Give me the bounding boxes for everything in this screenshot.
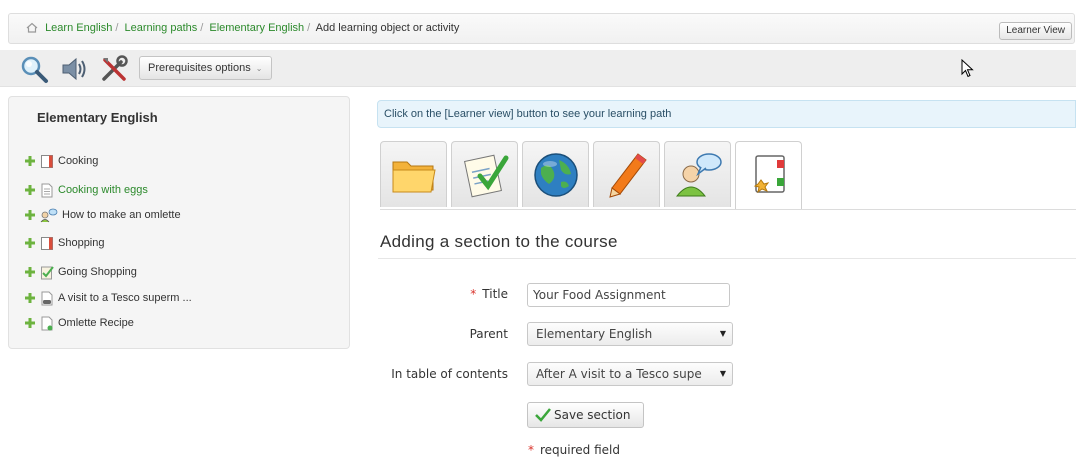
prerequisites-options-button[interactable]: Prerequisites options ⌄ — [139, 56, 272, 80]
title-label-text: Title — [482, 287, 508, 301]
sidebar-item-label: Going Shopping — [58, 266, 137, 278]
link-icon — [41, 291, 53, 305]
globe-icon — [534, 153, 578, 197]
sidebar-item-how-to-make-an-omlette[interactable]: How to make an omlette — [24, 206, 181, 224]
tab-forum[interactable] — [664, 141, 731, 207]
sidebar-item-omlette-recipe[interactable]: Omlette Recipe — [24, 314, 134, 332]
divider — [378, 258, 1076, 259]
plus-icon[interactable] — [24, 292, 36, 304]
pencil-icon — [609, 153, 647, 198]
required-note-text: required field — [540, 443, 620, 457]
sidebar-item-a-visit-to-a-tesco[interactable]: A visit to a Tesco superm ... — [24, 289, 192, 307]
sidebar-item-label: A visit to a Tesco superm ... — [58, 292, 192, 304]
checkmark-icon — [535, 408, 551, 422]
learner-view-button[interactable]: Learner View — [999, 22, 1072, 40]
page-icon — [41, 316, 53, 330]
required-star: * — [528, 443, 534, 457]
plus-icon[interactable] — [24, 317, 36, 329]
document-icon — [41, 183, 53, 197]
breadcrumb-separator: / — [307, 22, 311, 34]
folder-icon — [392, 161, 436, 193]
title-input[interactable] — [527, 283, 730, 307]
forum-icon — [40, 208, 58, 222]
toc-label: In table of contents — [391, 367, 508, 381]
title-label: * Title — [440, 287, 508, 301]
plus-icon[interactable] — [24, 184, 36, 196]
toc-select[interactable]: After A visit to a Tesco supe ▼ — [527, 362, 733, 386]
sidebar-item-cooking[interactable]: Cooking — [24, 152, 98, 170]
parent-select[interactable]: Elementary English ▼ — [527, 322, 733, 346]
user-chat-icon — [675, 153, 722, 197]
tools-icon[interactable] — [99, 54, 129, 84]
page-title: Adding a section to the course — [380, 232, 618, 251]
caret-down-icon: ⌄ — [255, 64, 263, 73]
dropdown-arrow-icon: ▼ — [719, 369, 726, 378]
chapter-icon — [41, 154, 53, 168]
sidebar-item-cooking-with-eggs[interactable]: Cooking with eggs — [24, 181, 148, 199]
learning-object-tabs — [380, 141, 1076, 210]
breadcrumb-link-elementary-english[interactable]: Elementary English — [209, 22, 304, 34]
sidebar-item-label: Omlette Recipe — [58, 317, 134, 329]
required-field-note: * required field — [528, 443, 620, 457]
breadcrumb-bar: Learn English / Learning paths / Elementar… — [8, 13, 1075, 44]
sidebar-item-going-shopping[interactable]: Going Shopping — [24, 263, 137, 281]
sidebar-item-label: Shopping — [58, 237, 105, 249]
info-message: Click on the [Learner view] button to se… — [377, 100, 1076, 128]
toc-select-value: After A visit to a Tesco supe — [536, 367, 702, 381]
plus-icon[interactable] — [24, 209, 36, 221]
quiz-icon — [41, 265, 54, 279]
plus-icon[interactable] — [24, 266, 36, 278]
sidebar-item-label: Cooking with eggs — [58, 184, 148, 196]
prerequisites-options-label: Prerequisites options — [148, 62, 251, 74]
breadcrumb-link-learning-paths[interactable]: Learning paths — [124, 22, 197, 34]
chapter-icon — [41, 236, 53, 250]
plus-icon[interactable] — [24, 237, 36, 249]
search-icon[interactable] — [19, 54, 49, 84]
sidebar-item-label: How to make an omlette — [62, 209, 181, 221]
breadcrumb: Learn English / Learning paths / Elementar… — [26, 22, 459, 34]
sidebar-title: Elementary English — [37, 110, 158, 125]
parent-select-value: Elementary English — [536, 327, 653, 341]
section-icon — [753, 155, 785, 194]
tab-section[interactable] — [735, 141, 802, 209]
plus-icon[interactable] — [24, 155, 36, 167]
save-section-button[interactable]: Save section — [527, 402, 644, 428]
mouse-cursor-icon — [961, 59, 974, 78]
tab-test[interactable] — [593, 141, 660, 207]
breadcrumb-link-learn-english[interactable]: Learn English — [45, 22, 112, 34]
dropdown-arrow-icon: ▼ — [719, 329, 726, 338]
learning-path-sidebar: Elementary English Cooking Cooking with … — [8, 96, 350, 349]
breadcrumb-current: Add learning object or activity — [315, 22, 460, 34]
parent-label: Parent — [469, 327, 508, 341]
tab-document[interactable] — [380, 141, 447, 207]
breadcrumb-separator: / — [115, 22, 119, 34]
save-section-label: Save section — [554, 408, 631, 422]
home-icon[interactable] — [26, 22, 38, 33]
breadcrumb-separator: / — [200, 22, 204, 34]
tab-link[interactable] — [522, 141, 589, 207]
sidebar-item-label: Cooking — [58, 155, 99, 167]
toolbar: Prerequisites options ⌄ — [0, 50, 1076, 87]
required-star: * — [470, 287, 477, 301]
audio-icon[interactable] — [60, 54, 90, 84]
assignment-icon — [463, 154, 509, 198]
sidebar-item-shopping[interactable]: Shopping — [24, 234, 105, 252]
tab-assignment[interactable] — [451, 141, 518, 207]
